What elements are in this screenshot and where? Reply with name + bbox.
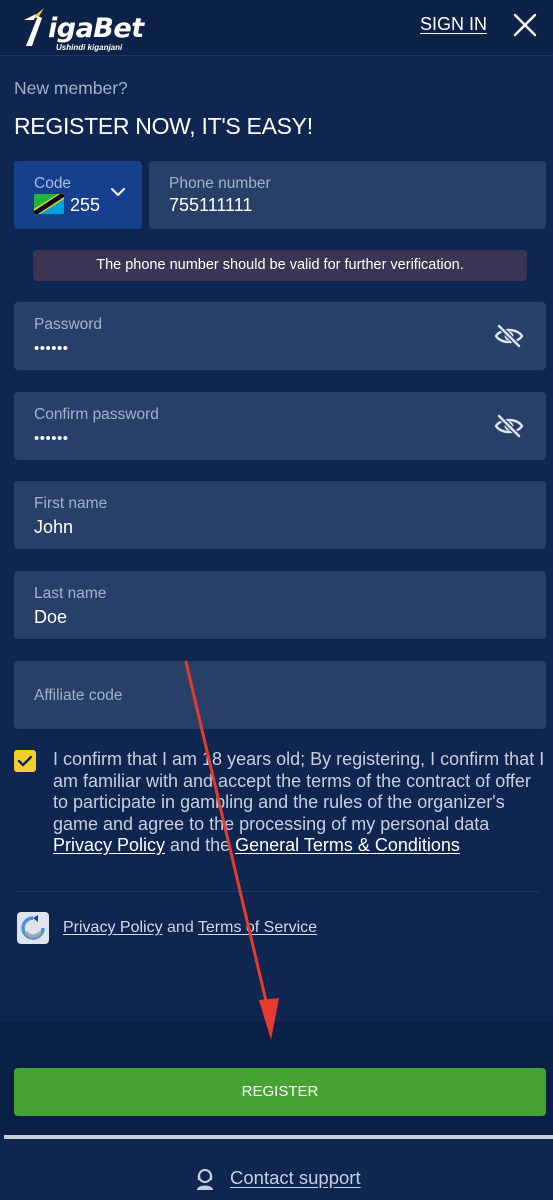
hide-password-icon[interactable] bbox=[494, 324, 524, 348]
chevron-down-icon[interactable] bbox=[110, 186, 126, 198]
code-value: 255 bbox=[70, 195, 101, 215]
contact-support-link[interactable]: Contact support bbox=[230, 1167, 361, 1189]
recaptcha-icon[interactable] bbox=[17, 912, 49, 944]
igabet-logo[interactable]: igaBet Ushindi kiganjani bbox=[18, 6, 144, 52]
divider bbox=[14, 891, 539, 892]
age-confirm-checkbox[interactable] bbox=[14, 750, 36, 772]
general-terms-link[interactable]: General Terms & Conditions bbox=[235, 835, 460, 855]
hide-password-icon[interactable] bbox=[494, 414, 524, 438]
scroll-divider bbox=[4, 1135, 553, 1139]
confirm-password-label: Confirm password bbox=[34, 406, 159, 423]
recaptcha-privacy-link[interactable]: Privacy Policy bbox=[63, 919, 163, 936]
phone-validation-message: The phone number should be valid for fur… bbox=[33, 250, 527, 281]
first-name-field[interactable]: First name John bbox=[14, 481, 546, 549]
register-button[interactable]: REGISTER bbox=[14, 1068, 546, 1116]
support-agent-icon bbox=[197, 1169, 213, 1190]
phone-number-value: 755111111 bbox=[169, 195, 253, 215]
code-label: Code bbox=[34, 175, 72, 192]
top-bar: igaBet Ushindi kiganjani SIGN IN bbox=[0, 0, 553, 56]
phone-number-label: Phone number bbox=[169, 175, 271, 192]
terms-and-the: and the bbox=[170, 835, 231, 855]
password-value: •••••• bbox=[34, 340, 69, 357]
recaptcha-terms-link[interactable]: Terms of Service bbox=[198, 919, 317, 936]
logo-tagline: Ushindi kiganjani bbox=[56, 43, 123, 52]
first-name-value: John bbox=[34, 517, 74, 537]
close-icon[interactable] bbox=[512, 12, 538, 38]
password-field[interactable]: Password •••••• bbox=[14, 302, 546, 370]
confirm-password-field[interactable]: Confirm password •••••• bbox=[14, 392, 546, 460]
checkmark-icon bbox=[17, 755, 33, 767]
page-title: REGISTER NOW, IT'S EASY! bbox=[14, 113, 313, 139]
affiliate-code-placeholder: Affiliate code bbox=[34, 687, 123, 704]
terms-text: I confirm that I am 18 years old; By reg… bbox=[53, 749, 545, 834]
last-name-value: Doe bbox=[34, 607, 68, 627]
new-member-text: New member? bbox=[14, 78, 128, 98]
confirm-password-value: •••••• bbox=[34, 430, 69, 447]
tanzania-flag-icon bbox=[34, 194, 64, 214]
recaptcha-notice: Privacy Policy and Terms of Service bbox=[63, 919, 317, 937]
password-label: Password bbox=[34, 316, 103, 333]
first-name-label: First name bbox=[34, 495, 108, 512]
affiliate-code-field[interactable]: Affiliate code bbox=[14, 661, 546, 729]
logo-text: igaBet bbox=[48, 13, 144, 44]
privacy-policy-link[interactable]: Privacy Policy bbox=[53, 835, 165, 855]
last-name-label: Last name bbox=[34, 585, 107, 602]
sign-in-link[interactable]: SIGN IN bbox=[420, 14, 487, 35]
phone-number-field[interactable]: Phone number 755111111 bbox=[149, 161, 546, 229]
terms-confirmation-text: I confirm that I am 18 years old; By reg… bbox=[53, 749, 547, 857]
last-name-field[interactable]: Last name Doe bbox=[14, 571, 546, 639]
recaptcha-and: and bbox=[167, 919, 194, 936]
